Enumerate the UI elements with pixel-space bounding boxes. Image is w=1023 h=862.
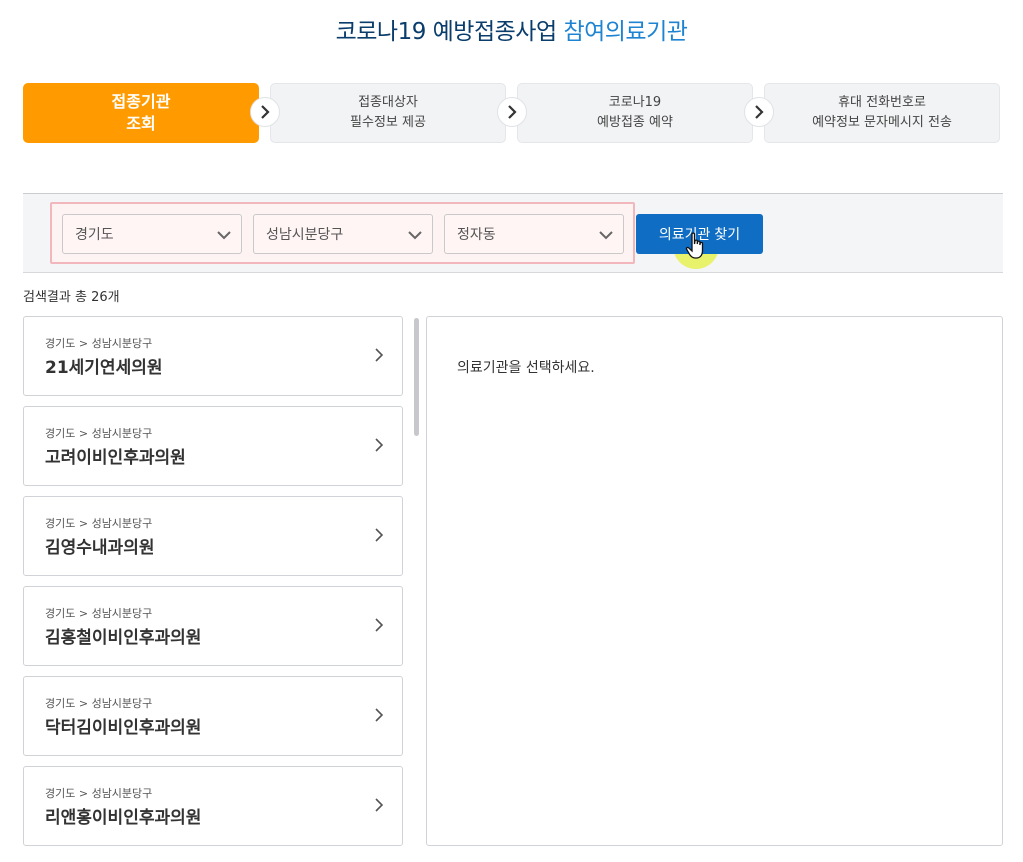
clinic-list-item[interactable]: 경기도 > 성남시분당구 닥터김이비인후과의원 — [23, 676, 403, 756]
step-4: 휴대 전화번호로 예약정보 문자메시지 전송 — [764, 83, 1000, 143]
step-4-line1: 휴대 전화번호로 — [838, 95, 926, 110]
clinic-region: 경기도 > 성남시분당구 — [45, 427, 153, 440]
page-title: 코로나19 예방접종사업 참여의료기관 — [0, 12, 1023, 46]
step-arrow-3 — [744, 97, 774, 127]
clinic-region: 경기도 > 성남시분당구 — [45, 607, 153, 620]
chevron-right-icon — [261, 105, 270, 119]
dong-select-value: 정자동 — [457, 227, 496, 243]
clinic-list-item[interactable]: 경기도 > 성남시분당구 김영수내과의원 — [23, 496, 403, 576]
chevron-right-icon — [375, 618, 384, 632]
chevron-right-icon — [375, 438, 384, 452]
step-1-line2: 조회 — [126, 114, 156, 133]
step-1: 접종기관 조회 — [23, 83, 259, 143]
chevron-right-icon — [375, 528, 384, 542]
step-1-line1: 접종기관 — [111, 92, 171, 111]
detail-placeholder: 의료기관을 선택하세요. — [457, 360, 595, 376]
district-select[interactable]: 성남시분당구 — [253, 214, 433, 254]
clinic-name: 고려이비인후과의원 — [45, 448, 186, 468]
step-3: 코로나19 예방접종 예약 — [517, 83, 753, 143]
clinic-list-item[interactable]: 경기도 > 성남시분당구 고려이비인후과의원 — [23, 406, 403, 486]
list-scrollbar[interactable] — [414, 318, 419, 436]
chevron-down-icon — [599, 231, 613, 240]
chevron-right-icon — [375, 798, 384, 812]
clinic-name: 김영수내과의원 — [45, 538, 155, 558]
clinic-region: 경기도 > 성남시분당구 — [45, 787, 153, 800]
step-2-line2: 필수정보 제공 — [350, 115, 426, 130]
chevron-right-icon — [375, 348, 384, 362]
chevron-right-icon — [755, 105, 764, 119]
step-2: 접종대상자 필수정보 제공 — [270, 83, 506, 143]
clinic-name: 리앤홍이비인후과의원 — [45, 808, 202, 828]
province-select-value: 경기도 — [75, 227, 114, 243]
clinic-name: 닥터김이비인후과의원 — [45, 718, 202, 738]
result-count: 검색결과 총 26개 — [23, 290, 120, 305]
search-bar: 경기도 성남시분당구 정자동 의료기관 찾기 — [23, 193, 1003, 273]
step-arrow-1 — [250, 97, 280, 127]
chevron-down-icon — [408, 231, 422, 240]
clinic-region: 경기도 > 성남시분당구 — [45, 337, 153, 350]
hand-pointer-icon — [685, 232, 704, 259]
chevron-right-icon — [508, 105, 517, 119]
clinic-detail-panel: 의료기관을 선택하세요. — [426, 316, 1003, 846]
page-title-accent: 참여의료기관 — [563, 19, 688, 45]
step-3-line2: 예방접종 예약 — [597, 115, 673, 130]
step-4-line2: 예약정보 문자메시지 전송 — [812, 115, 952, 130]
step-3-line1: 코로나19 — [608, 95, 662, 110]
clinic-name: 김홍철이비인후과의원 — [45, 628, 202, 648]
clinic-region: 경기도 > 성남시분당구 — [45, 517, 153, 530]
region-filter-group: 경기도 성남시분당구 정자동 — [50, 202, 635, 264]
chevron-down-icon — [217, 231, 231, 240]
clinic-list-item[interactable]: 경기도 > 성남시분당구 리앤홍이비인후과의원 — [23, 766, 403, 846]
clinic-list-item[interactable]: 경기도 > 성남시분당구 김홍철이비인후과의원 — [23, 586, 403, 666]
district-select-value: 성남시분당구 — [266, 227, 344, 243]
dong-select[interactable]: 정자동 — [444, 214, 624, 254]
chevron-right-icon — [375, 708, 384, 722]
clinic-list-item[interactable]: 경기도 > 성남시분당구 21세기연세의원 — [23, 316, 403, 396]
step-progress: 접종기관 조회 접종대상자 필수정보 제공 코로나19 예방접종 예약 휴대 전… — [23, 83, 1001, 143]
clinic-list: 경기도 > 성남시분당구 21세기연세의원 경기도 > 성남시분당구 고려이비인… — [23, 316, 403, 862]
step-arrow-2 — [497, 97, 527, 127]
clinic-name: 21세기연세의원 — [45, 358, 163, 378]
clinic-region: 경기도 > 성남시분당구 — [45, 697, 153, 710]
page-title-main: 코로나19 예방접종사업 — [335, 19, 558, 45]
step-2-line1: 접종대상자 — [358, 95, 418, 110]
province-select[interactable]: 경기도 — [62, 214, 242, 254]
